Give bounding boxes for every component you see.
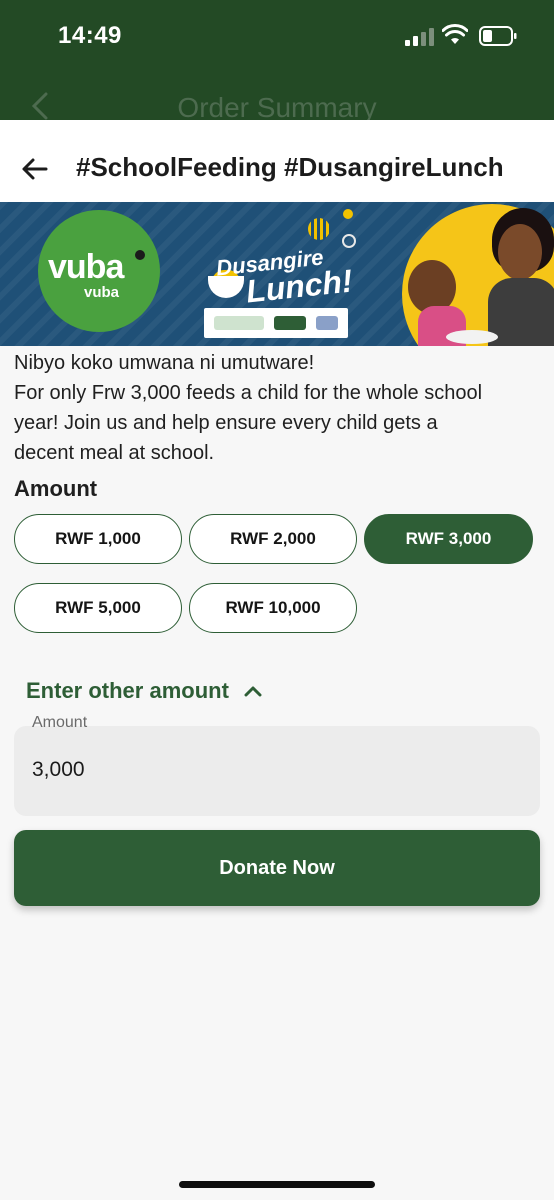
other-amount-toggle[interactable]: Enter other amount <box>26 676 263 706</box>
wifi-icon <box>442 24 468 44</box>
decor-ring <box>342 234 356 248</box>
donation-sheet: #SchoolFeeding #DusangireLunch vuba vuba… <box>0 120 554 1200</box>
amount-input[interactable] <box>32 758 512 782</box>
partner-logos <box>204 308 348 338</box>
cellular-signal-icon <box>405 28 434 46</box>
campaign-banner: vuba vuba Dusangire Lunch! <box>0 202 554 346</box>
description-line: year! Join us and help ensure every chil… <box>14 412 438 434</box>
description-line: Nibyo koko umwana ni umutware! <box>14 352 315 374</box>
description-line: decent meal at school. <box>14 442 215 464</box>
decor-striped-ball <box>308 218 330 240</box>
other-amount-label: Enter other amount <box>26 678 229 703</box>
amount-option-5000[interactable]: RWF 5,000 <box>14 583 182 633</box>
page-title: #SchoolFeeding #DusangireLunch <box>76 152 504 182</box>
back-arrow-icon[interactable] <box>18 152 52 186</box>
amount-option-3000[interactable]: RWF 3,000 <box>364 514 533 564</box>
amount-field <box>14 726 540 816</box>
partner-logo-mkpo <box>274 316 306 330</box>
vuba-logo-text: vuba <box>48 248 124 286</box>
battery-icon <box>479 26 517 46</box>
status-time: 14:49 <box>58 22 122 49</box>
amount-field-label: Amount <box>32 714 88 731</box>
decor-yellow-dot <box>343 209 353 219</box>
vuba-logo-dot <box>135 250 145 260</box>
status-bar: 14:49 Order Summary <box>0 0 554 120</box>
home-indicator[interactable] <box>179 1181 375 1188</box>
sheet-header: #SchoolFeeding #DusangireLunch <box>0 120 554 202</box>
amount-option-2000[interactable]: RWF 2,000 <box>189 514 357 564</box>
partner-logo-ministry <box>214 316 264 330</box>
campaign-description: Nibyo koko umwana ni umutware! For only … <box>14 348 544 468</box>
photo-woman <box>498 224 542 280</box>
chevron-up-icon <box>244 686 262 697</box>
amount-option-1000[interactable]: RWF 1,000 <box>14 514 182 564</box>
amount-heading: Amount <box>14 476 98 501</box>
underlying-screen-title: Order Summary <box>177 92 377 120</box>
photo-plate <box>446 330 498 344</box>
amount-option-10000[interactable]: RWF 10,000 <box>189 583 357 633</box>
partner-logo-us <box>316 316 338 330</box>
vuba-logo-subtext: vuba <box>84 284 120 301</box>
description-line: For only Frw 3,000 feeds a child for the… <box>14 382 483 404</box>
donate-now-button[interactable]: Donate Now <box>14 830 540 906</box>
